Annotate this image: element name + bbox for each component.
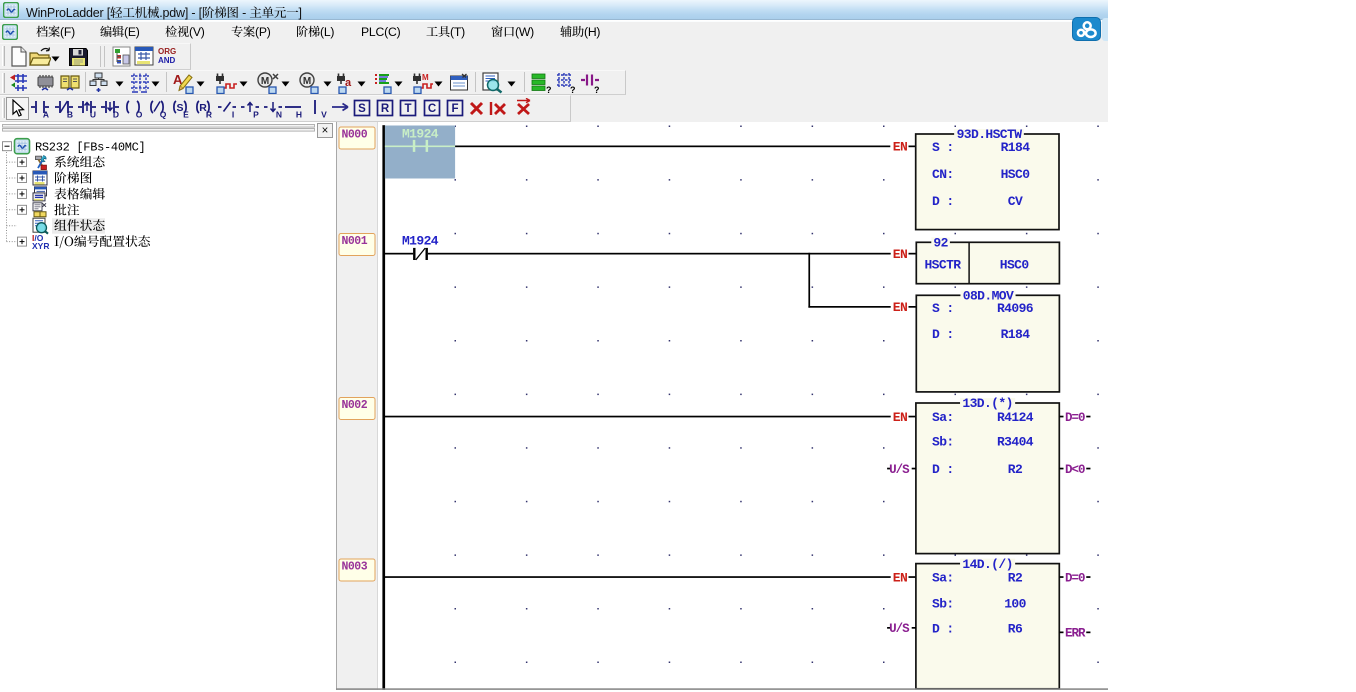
svg-text:?: ? [570,85,576,94]
svg-text:EN: EN [893,570,907,585]
svg-text:R4096: R4096 [997,301,1034,316]
svg-text:S :: S : [932,140,954,155]
svg-text:U/S: U/S [889,463,910,477]
svg-text:R2: R2 [1008,462,1023,477]
svg-text:S :: S : [932,301,954,316]
svg-text:D :: D : [932,621,954,636]
svg-text:T: T [405,103,412,115]
svg-text:M: M [261,76,269,87]
svg-text:M1924: M1924 [402,127,439,142]
svg-text:Sb:: Sb: [932,597,954,612]
svg-text:N002: N002 [342,399,368,412]
svg-text:HSCTR: HSCTR [924,258,961,273]
svg-text:?: ? [546,85,552,94]
svg-text:R6: R6 [1008,621,1023,636]
svg-text:H: H [296,110,302,120]
svg-text:F: F [451,103,458,115]
svg-text:N003: N003 [342,561,368,574]
svg-text:E: E [183,110,189,120]
svg-text:D: D [113,110,119,120]
svg-text:ERR: ERR [1065,627,1086,641]
svg-text:R184: R184 [1001,140,1031,155]
svg-text:I/O编号配置状态: I/O编号配置状态 [54,231,151,250]
svg-text:100: 100 [1004,597,1026,612]
svg-text:92: 92 [933,236,948,251]
svg-text:R184: R184 [1001,327,1031,342]
svg-text:HSC0: HSC0 [1001,167,1031,182]
svg-text:N000: N000 [342,129,368,142]
svg-text:D :: D : [932,462,954,477]
svg-text:S: S [358,103,366,115]
svg-text:M: M [422,73,429,82]
svg-text:C: C [427,103,435,115]
svg-text:V: V [321,110,327,120]
svg-text:EN: EN [893,410,907,425]
svg-text:I: I [231,110,233,120]
svg-text:N001: N001 [342,235,368,248]
svg-text:D=0: D=0 [1065,411,1085,425]
svg-text:P: P [253,110,259,120]
svg-text:D :: D : [932,194,954,209]
svg-text:O: O [136,110,143,120]
svg-text:R2: R2 [1008,570,1023,585]
svg-text:D<0: D<0 [1065,463,1085,477]
svg-text:N: N [276,110,282,120]
svg-text:R: R [206,110,212,120]
svg-text:14D.(/): 14D.(/) [962,557,1012,572]
svg-text:×: × [322,125,329,137]
svg-text:R: R [381,103,390,115]
svg-text:Sa:: Sa: [932,410,954,425]
svg-text:M: M [303,76,311,87]
svg-text:R4124: R4124 [997,410,1034,425]
svg-text:Q: Q [159,110,166,120]
svg-text:B: B [66,110,72,120]
svg-text:EN: EN [893,247,907,262]
svg-text:EN: EN [893,300,907,315]
svg-text:XYR: XYR [32,241,49,251]
svg-text:D :: D : [932,327,954,342]
svg-text:Sa:: Sa: [932,570,954,585]
svg-text:A: A [43,110,49,120]
svg-text:HSC0: HSC0 [1000,258,1030,273]
svg-text:R3404: R3404 [997,435,1034,450]
svg-text:D=0: D=0 [1065,571,1085,585]
svg-text:CV: CV [1008,194,1023,209]
svg-text:U/S: U/S [889,622,910,636]
svg-text:Sb:: Sb: [932,435,954,450]
svg-text:U: U [90,110,96,120]
svg-text:?: ? [594,85,600,94]
svg-text:EN: EN [893,140,907,155]
svg-text:CN:: CN: [932,167,954,182]
svg-text:M1924: M1924 [402,234,439,249]
